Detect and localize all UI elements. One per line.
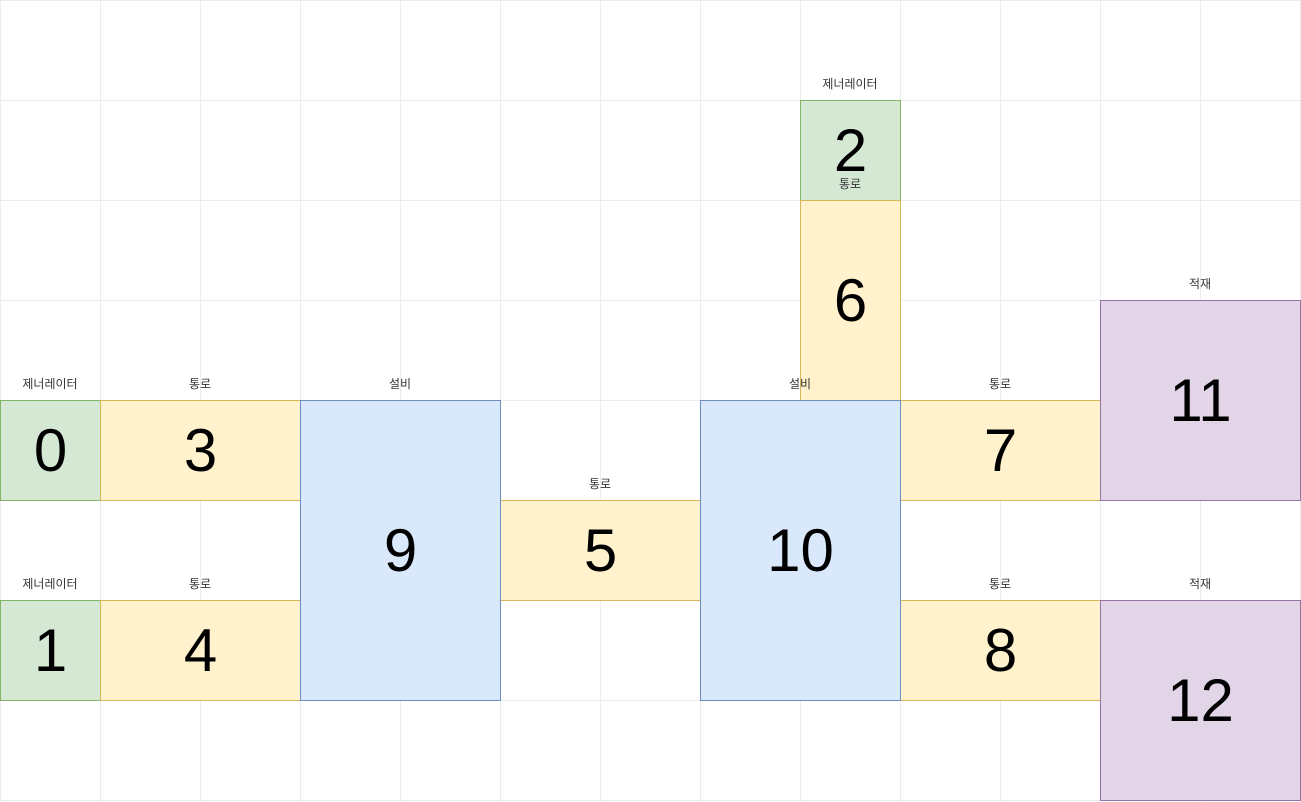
block-5-passage[interactable]: 5 xyxy=(500,500,701,601)
block-label: 적재 xyxy=(1188,577,1212,591)
block-label: 적재 xyxy=(1188,277,1212,291)
block-number: 2 xyxy=(833,116,868,184)
block-4-passage[interactable]: 4 xyxy=(100,600,301,701)
block-number: 0 xyxy=(33,416,68,484)
block-12-load[interactable]: 12 xyxy=(1100,600,1301,801)
block-number: 1 xyxy=(33,616,68,684)
block-10-equipment[interactable]: 10 xyxy=(700,400,901,701)
block-1-generator[interactable]: 1 xyxy=(0,600,101,701)
block-label: 설비 xyxy=(788,377,812,391)
block-label: 통로 xyxy=(588,477,612,491)
block-0-generator[interactable]: 0 xyxy=(0,400,101,501)
block-number: 10 xyxy=(767,516,834,584)
diagram-canvas: 0 제너레이터 1 제너레이터 2 제너레이터 3 통로 4 통로 5 통로 6… xyxy=(0,0,1301,802)
block-11-load[interactable]: 11 xyxy=(1100,300,1301,501)
block-number: 12 xyxy=(1167,666,1234,734)
block-label: 제너레이터 xyxy=(822,77,878,91)
block-8-passage[interactable]: 8 xyxy=(900,600,1101,701)
block-label: 통로 xyxy=(188,377,212,391)
block-label: 통로 xyxy=(988,377,1012,391)
block-label: 통로 xyxy=(188,577,212,591)
block-6-passage[interactable]: 6 xyxy=(800,200,901,401)
block-number: 3 xyxy=(183,416,218,484)
block-number: 6 xyxy=(833,266,868,334)
block-9-equipment[interactable]: 9 xyxy=(300,400,501,701)
block-number: 8 xyxy=(983,616,1018,684)
block-number: 5 xyxy=(583,516,618,584)
block-label: 설비 xyxy=(388,377,412,391)
block-3-passage[interactable]: 3 xyxy=(100,400,301,501)
block-number: 4 xyxy=(183,616,218,684)
block-label: 통로 xyxy=(988,577,1012,591)
block-number: 11 xyxy=(1169,366,1232,434)
block-number: 9 xyxy=(383,516,418,584)
block-label: 통로 xyxy=(838,177,862,191)
block-7-passage[interactable]: 7 xyxy=(900,400,1101,501)
block-number: 7 xyxy=(983,416,1018,484)
